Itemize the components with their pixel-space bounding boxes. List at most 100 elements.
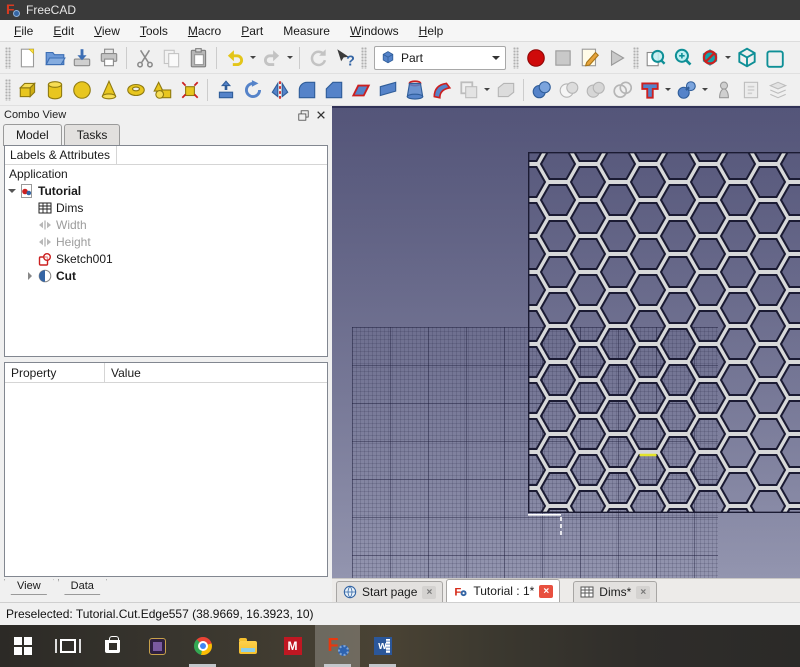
mdi-tab-tutorial[interactable]: F Tutorial : 1* × bbox=[446, 579, 560, 602]
macro-record-icon[interactable] bbox=[522, 44, 549, 71]
mdi-tab-start-page[interactable]: Start page × bbox=[336, 581, 443, 602]
tree-header: Labels & Attributes bbox=[5, 146, 327, 165]
open-file-icon[interactable] bbox=[41, 44, 68, 71]
cylinder-icon[interactable] bbox=[41, 76, 68, 103]
menu-edit[interactable]: Edit bbox=[43, 21, 84, 41]
compound-dropdown-icon[interactable] bbox=[663, 76, 673, 103]
file-explorer-button[interactable] bbox=[225, 625, 270, 667]
tree-item-height[interactable]: Height bbox=[5, 233, 327, 250]
compound-icon[interactable] bbox=[636, 76, 663, 103]
cut-icon[interactable] bbox=[131, 44, 158, 71]
store-button[interactable] bbox=[90, 625, 135, 667]
offset-dropdown-icon[interactable] bbox=[482, 76, 492, 103]
toolbar-handle[interactable] bbox=[5, 47, 11, 69]
purple-app-button[interactable] bbox=[135, 625, 180, 667]
ruled-surface-icon[interactable] bbox=[374, 76, 401, 103]
redo-icon[interactable] bbox=[258, 44, 285, 71]
menu-file[interactable]: File bbox=[4, 21, 43, 41]
mdi-tab-dims[interactable]: Dims* × bbox=[573, 581, 657, 602]
defeaturing-icon[interactable] bbox=[737, 76, 764, 103]
collapse-icon[interactable] bbox=[23, 272, 37, 280]
menu-view[interactable]: View bbox=[84, 21, 130, 41]
toolbar-handle[interactable] bbox=[5, 79, 11, 101]
menu-macro[interactable]: Macro bbox=[178, 21, 231, 41]
chrome-button[interactable] bbox=[180, 625, 225, 667]
paste-icon[interactable] bbox=[185, 44, 212, 71]
cone-icon[interactable] bbox=[95, 76, 122, 103]
tree-item-width[interactable]: Width bbox=[5, 216, 327, 233]
make-face-icon[interactable] bbox=[347, 76, 374, 103]
tree-item-sketch001[interactable]: Sketch001 bbox=[5, 250, 327, 267]
loft-icon[interactable] bbox=[401, 76, 428, 103]
tree-item-cut[interactable]: Cut bbox=[5, 267, 327, 284]
tree-item-dims[interactable]: Dims bbox=[5, 199, 327, 216]
tab-model[interactable]: Model bbox=[3, 124, 62, 146]
toolbar-handle[interactable] bbox=[361, 47, 367, 69]
macro-play-icon[interactable] bbox=[603, 44, 630, 71]
close-tab-icon[interactable]: × bbox=[539, 585, 553, 598]
draw-style-icon[interactable] bbox=[696, 44, 723, 71]
boolean-union-icon[interactable] bbox=[582, 76, 609, 103]
tab-view[interactable]: View bbox=[4, 579, 54, 595]
mirror-icon[interactable] bbox=[266, 76, 293, 103]
close-tab-icon[interactable]: × bbox=[636, 586, 650, 599]
toolbar-handle[interactable] bbox=[513, 47, 519, 69]
menu-help[interactable]: Help bbox=[409, 21, 454, 41]
task-view-button[interactable] bbox=[45, 625, 90, 667]
workbench-selector[interactable]: Part bbox=[374, 46, 506, 70]
primitives-icon[interactable] bbox=[149, 76, 176, 103]
tab-data[interactable]: Data bbox=[58, 579, 107, 595]
print-icon[interactable] bbox=[95, 44, 122, 71]
macro-edit-icon[interactable] bbox=[576, 44, 603, 71]
3d-viewport[interactable] bbox=[332, 106, 800, 578]
tree-root-application[interactable]: Application bbox=[5, 165, 327, 182]
revolve-icon[interactable] bbox=[239, 76, 266, 103]
draw-style-dropdown-icon[interactable] bbox=[723, 44, 733, 71]
freecad-taskbar-button[interactable]: F bbox=[315, 625, 360, 667]
boolean-intersection-icon[interactable] bbox=[609, 76, 636, 103]
start-button[interactable] bbox=[0, 625, 45, 667]
join-icon[interactable] bbox=[673, 76, 700, 103]
sweep-icon[interactable] bbox=[428, 76, 455, 103]
isometric-view-icon[interactable] bbox=[733, 44, 760, 71]
close-tab-icon[interactable]: × bbox=[422, 586, 436, 599]
fit-all-icon[interactable] bbox=[642, 44, 669, 71]
zoom-in-icon[interactable] bbox=[669, 44, 696, 71]
copy-icon[interactable] bbox=[158, 44, 185, 71]
shape-builder-icon[interactable] bbox=[176, 76, 203, 103]
boolean-icon[interactable] bbox=[528, 76, 555, 103]
boolean-cut-icon[interactable] bbox=[555, 76, 582, 103]
save-icon[interactable] bbox=[68, 44, 95, 71]
torus-icon[interactable] bbox=[122, 76, 149, 103]
expand-icon[interactable] bbox=[5, 185, 19, 197]
undo-icon[interactable] bbox=[221, 44, 248, 71]
refresh-icon[interactable] bbox=[304, 44, 331, 71]
redo-dropdown-icon[interactable] bbox=[285, 44, 295, 71]
tree-item-tutorial[interactable]: Tutorial bbox=[5, 182, 327, 199]
box-icon[interactable] bbox=[14, 76, 41, 103]
menu-part[interactable]: Part bbox=[231, 21, 273, 41]
close-panel-icon[interactable] bbox=[314, 108, 328, 122]
menu-windows[interactable]: Windows bbox=[340, 21, 409, 41]
macro-stop-icon[interactable] bbox=[549, 44, 576, 71]
chamfer-icon[interactable] bbox=[320, 76, 347, 103]
new-file-icon[interactable] bbox=[14, 44, 41, 71]
float-panel-icon[interactable] bbox=[296, 108, 310, 122]
extrude-icon[interactable] bbox=[212, 76, 239, 103]
axonometric-icon[interactable] bbox=[760, 44, 787, 71]
toolbar-handle[interactable] bbox=[633, 47, 639, 69]
cross-section-icon[interactable] bbox=[764, 76, 791, 103]
undo-dropdown-icon[interactable] bbox=[248, 44, 258, 71]
menu-tools[interactable]: Tools bbox=[130, 21, 178, 41]
offset-icon[interactable] bbox=[455, 76, 482, 103]
m-app-button[interactable]: M bbox=[270, 625, 315, 667]
fillet-icon[interactable] bbox=[293, 76, 320, 103]
thickness-icon[interactable] bbox=[492, 76, 519, 103]
join-dropdown-icon[interactable] bbox=[700, 76, 710, 103]
menu-measure[interactable]: Measure bbox=[273, 21, 340, 41]
sphere-icon[interactable] bbox=[68, 76, 95, 103]
tab-tasks[interactable]: Tasks bbox=[64, 124, 121, 145]
check-geometry-icon[interactable] bbox=[710, 76, 737, 103]
whats-this-icon[interactable]: ? bbox=[331, 44, 358, 71]
word-button[interactable]: w bbox=[360, 625, 405, 667]
